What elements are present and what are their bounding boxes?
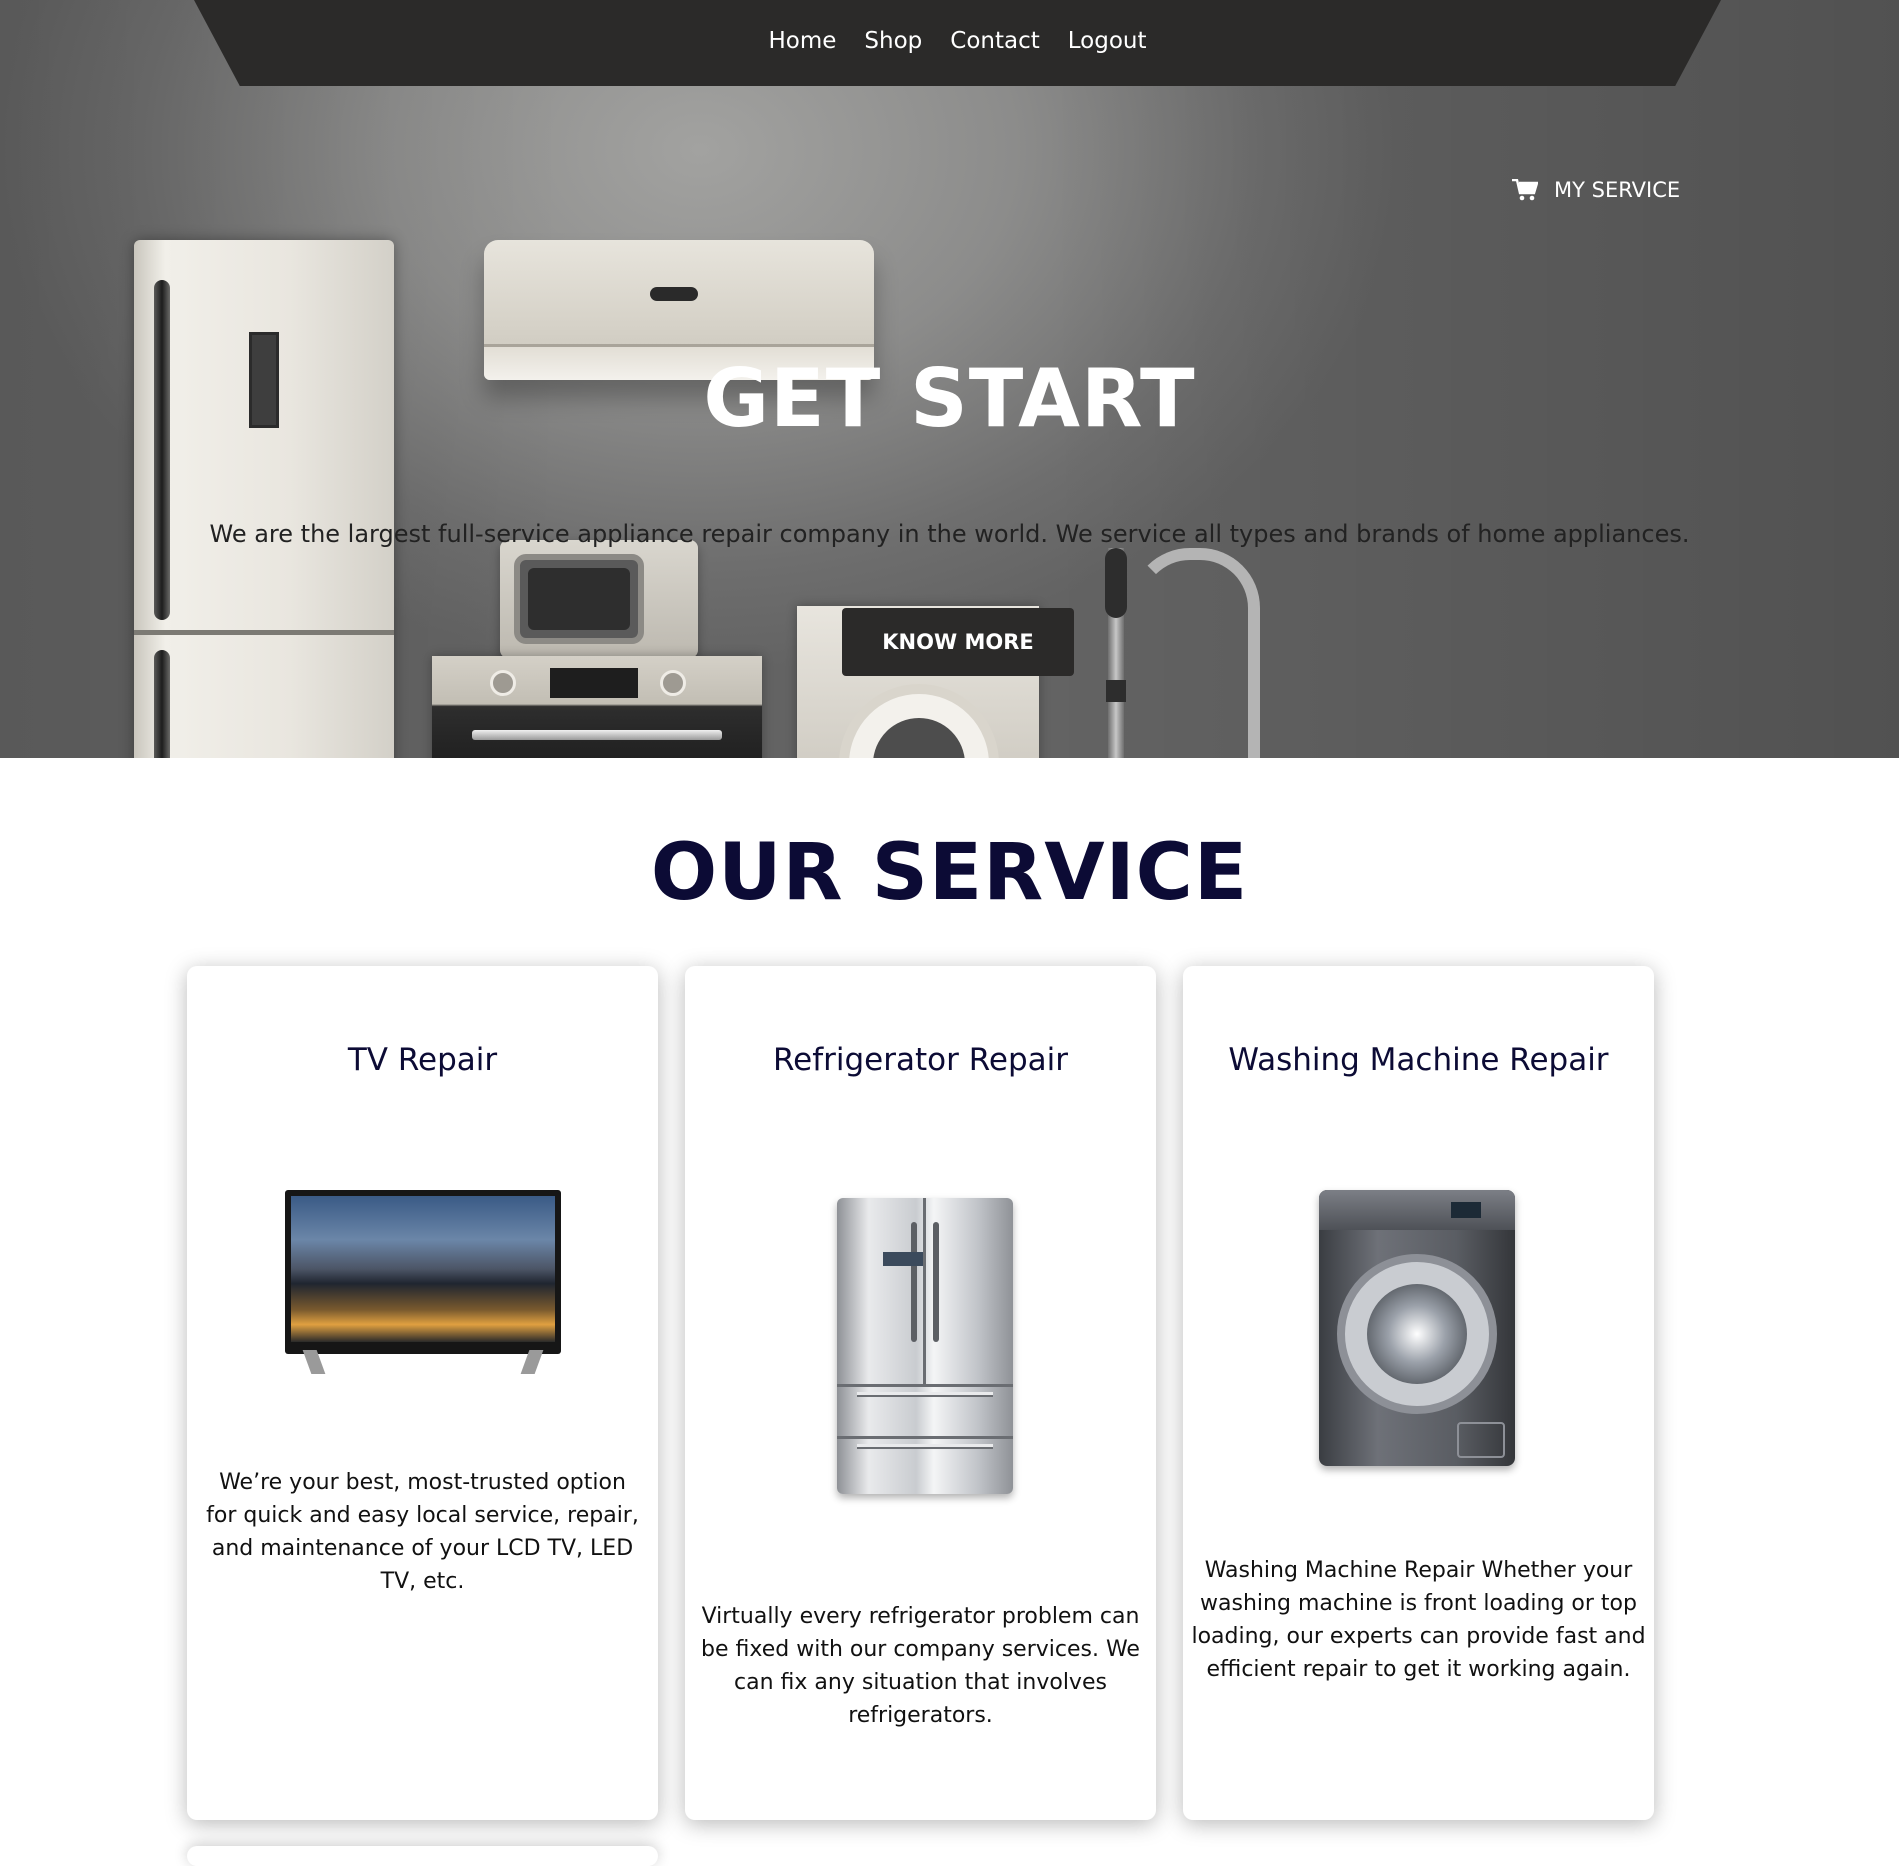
shopping-cart-icon bbox=[1512, 179, 1538, 201]
hero-title: GET START bbox=[703, 352, 1196, 445]
service-card-description: Washing Machine Repair Whether your wash… bbox=[1191, 1558, 1646, 1682]
hero-oven-illustration bbox=[432, 656, 762, 758]
my-service-label: MY SERVICE bbox=[1554, 178, 1681, 202]
service-card-title: Refrigerator Repair bbox=[773, 1042, 1068, 1078]
service-card-description: We’re your best, most-trusted option for… bbox=[206, 1470, 639, 1594]
refrigerator-image bbox=[837, 1198, 1013, 1494]
service-card-washing-machine: Washing Machine Repair Washing Machine R… bbox=[1183, 966, 1654, 1820]
tv-image bbox=[285, 1190, 561, 1374]
my-service-link[interactable]: MY SERVICE bbox=[1512, 178, 1680, 202]
hero-refrigerator-illustration bbox=[134, 240, 394, 758]
service-card-description: Virtually every refrigerator problem can… bbox=[701, 1604, 1140, 1728]
service-card-next-row bbox=[187, 1846, 658, 1866]
hero-vacuum-hose-illustration bbox=[1130, 548, 1260, 758]
main-navbar: Home Shop Contact Logout bbox=[194, 0, 1721, 86]
service-card-title: TV Repair bbox=[347, 1042, 498, 1078]
hero-banner: Home Shop Contact Logout MY SERVICE GET … bbox=[0, 0, 1899, 758]
nav-link-contact[interactable]: Contact bbox=[950, 28, 1039, 54]
hero-vacuum-illustration bbox=[1105, 548, 1127, 758]
nav-link-shop[interactable]: Shop bbox=[864, 28, 922, 54]
nav-link-logout[interactable]: Logout bbox=[1068, 28, 1147, 54]
service-card-tv: TV Repair We’re your best, most-trusted … bbox=[187, 966, 658, 1820]
nav-link-home[interactable]: Home bbox=[768, 28, 836, 54]
know-more-button[interactable]: KNOW MORE bbox=[842, 608, 1074, 676]
services-section-title: OUR SERVICE bbox=[650, 828, 1249, 918]
service-card-refrigerator: Refrigerator Repair Virtually every refr… bbox=[685, 966, 1156, 1820]
washing-machine-image bbox=[1319, 1190, 1515, 1466]
hero-microwave-illustration bbox=[500, 540, 698, 658]
service-card-title: Washing Machine Repair bbox=[1228, 1042, 1609, 1078]
hero-description: We are the largest full-service applianc… bbox=[209, 520, 1690, 548]
